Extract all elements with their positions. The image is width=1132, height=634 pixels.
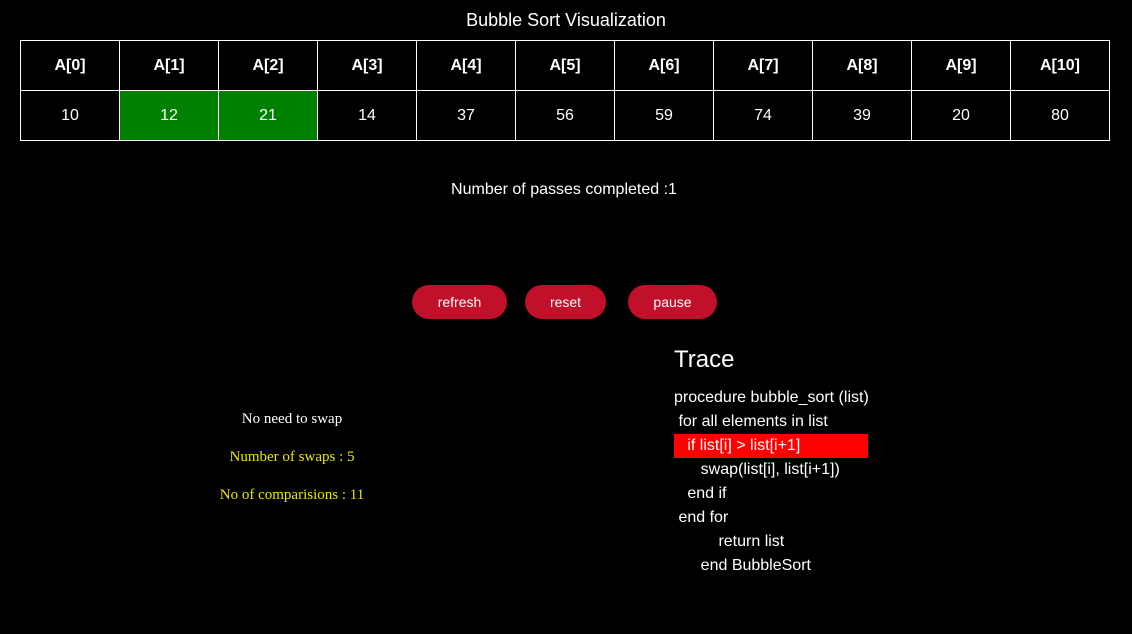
refresh-button[interactable]: refresh (412, 285, 507, 319)
array-index-header: A[3] (317, 40, 417, 91)
swap-count: Number of swaps : 5 (229, 449, 355, 465)
page-title: Bubble Sort Visualization (466, 10, 666, 30)
pause-button[interactable]: pause (628, 285, 717, 319)
reset-button[interactable]: reset (525, 285, 606, 319)
array-cell: 20 (911, 90, 1011, 141)
array-index-header: A[1] (119, 40, 219, 91)
trace-line: end for (674, 509, 729, 526)
array-header-row: A[0] A[1] A[2] A[3] A[4] A[5] A[6] A[7] … (20, 40, 1110, 91)
array-index-header: A[6] (614, 40, 714, 91)
array-index-header: A[4] (416, 40, 516, 91)
trace-line: end if (674, 485, 727, 502)
array-cell-compared: 12 (119, 90, 219, 141)
trace-line: swap(list[i], list[i+1]) (674, 461, 840, 478)
array-cell: 56 (515, 90, 615, 141)
trace-line: procedure bubble_sort (list) (674, 389, 869, 406)
array-value-row: 10 12 21 14 37 56 59 74 39 20 80 (20, 90, 1110, 141)
array-index-header: A[2] (218, 40, 318, 91)
trace-line: end BubbleSort (674, 557, 811, 574)
trace-line-active: if list[i] > list[i+1] (674, 434, 868, 458)
trace-title: Trace (674, 346, 735, 373)
array-index-header: A[0] (20, 40, 120, 91)
array-cell: 10 (20, 90, 120, 141)
comparison-count: No of comparisions : 11 (219, 487, 365, 503)
trace-line: return list (674, 533, 785, 550)
array-cell-compared: 21 (218, 90, 318, 141)
array-cell: 37 (416, 90, 516, 141)
array-index-header: A[9] (911, 40, 1011, 91)
status-message: No need to swap (241, 411, 343, 427)
array-cell: 74 (713, 90, 813, 141)
array-index-header: A[7] (713, 40, 813, 91)
passes-counter: Number of passes completed :1 (451, 181, 677, 198)
array-cell: 14 (317, 90, 417, 141)
array-index-header: A[5] (515, 40, 615, 91)
array-index-header: A[8] (812, 40, 912, 91)
array-table: A[0] A[1] A[2] A[3] A[4] A[5] A[6] A[7] … (20, 40, 1110, 141)
array-cell: 39 (812, 90, 912, 141)
array-cell: 59 (614, 90, 714, 141)
array-cell: 80 (1010, 90, 1110, 141)
trace-line: for all elements in list (674, 413, 828, 430)
array-index-header: A[10] (1010, 40, 1110, 91)
